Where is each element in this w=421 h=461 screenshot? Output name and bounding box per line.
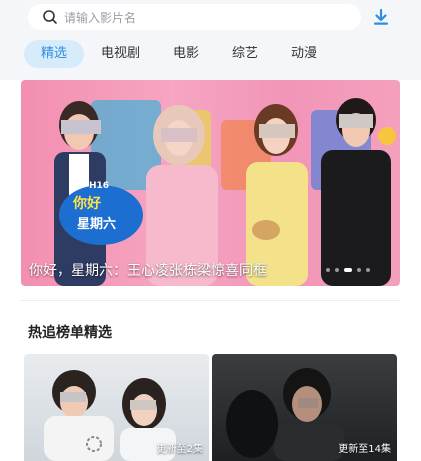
tab-variety[interactable]: 综艺 — [232, 40, 258, 68]
carousel-dot[interactable] — [366, 268, 370, 272]
svg-text:星期六: 星期六 — [77, 216, 116, 232]
svg-text:你好: 你好 — [72, 195, 101, 212]
episode-badge: 更新至14集 — [338, 444, 391, 455]
category-tabs: 精选 电视剧 电影 综艺 动漫 — [24, 40, 317, 68]
tab-featured[interactable]: 精选 — [24, 40, 84, 68]
video-card[interactable]: 更新至14集 — [212, 354, 397, 461]
tab-movies[interactable]: 电影 — [173, 40, 199, 68]
episode-badge: 更新至2集 — [156, 444, 203, 455]
carousel-dot-active[interactable] — [344, 268, 352, 272]
tab-anime[interactable]: 动漫 — [291, 40, 317, 68]
carousel-dot[interactable] — [357, 268, 361, 272]
search-placeholder: 请输入影片名 — [64, 10, 137, 25]
section-title: 热追榜单精选 — [28, 325, 112, 341]
tab-tv-series[interactable]: 电视剧 — [101, 40, 140, 68]
carousel-dot[interactable] — [335, 268, 339, 272]
carousel-dot[interactable] — [326, 268, 330, 272]
banner-caption: 你好，星期六：王心凌张栋梁惊喜同框 — [29, 263, 267, 279]
top-bar: 请输入影片名 精选 电视剧 电影 综艺 动漫 — [0, 0, 421, 80]
svg-text:H16: H16 — [89, 181, 109, 191]
download-icon[interactable] — [372, 8, 390, 26]
carousel-indicator — [326, 268, 370, 272]
search-icon — [43, 10, 57, 24]
section-divider — [21, 300, 400, 301]
video-card[interactable]: 更新至2集 — [24, 354, 209, 461]
hero-banner[interactable]: 你好 星期六 H16 你好，星期六：王心凌张栋梁惊喜同框 — [21, 80, 400, 286]
search-input[interactable]: 请输入影片名 — [28, 4, 361, 30]
banner-artwork: 你好 星期六 H16 — [54, 98, 396, 286]
